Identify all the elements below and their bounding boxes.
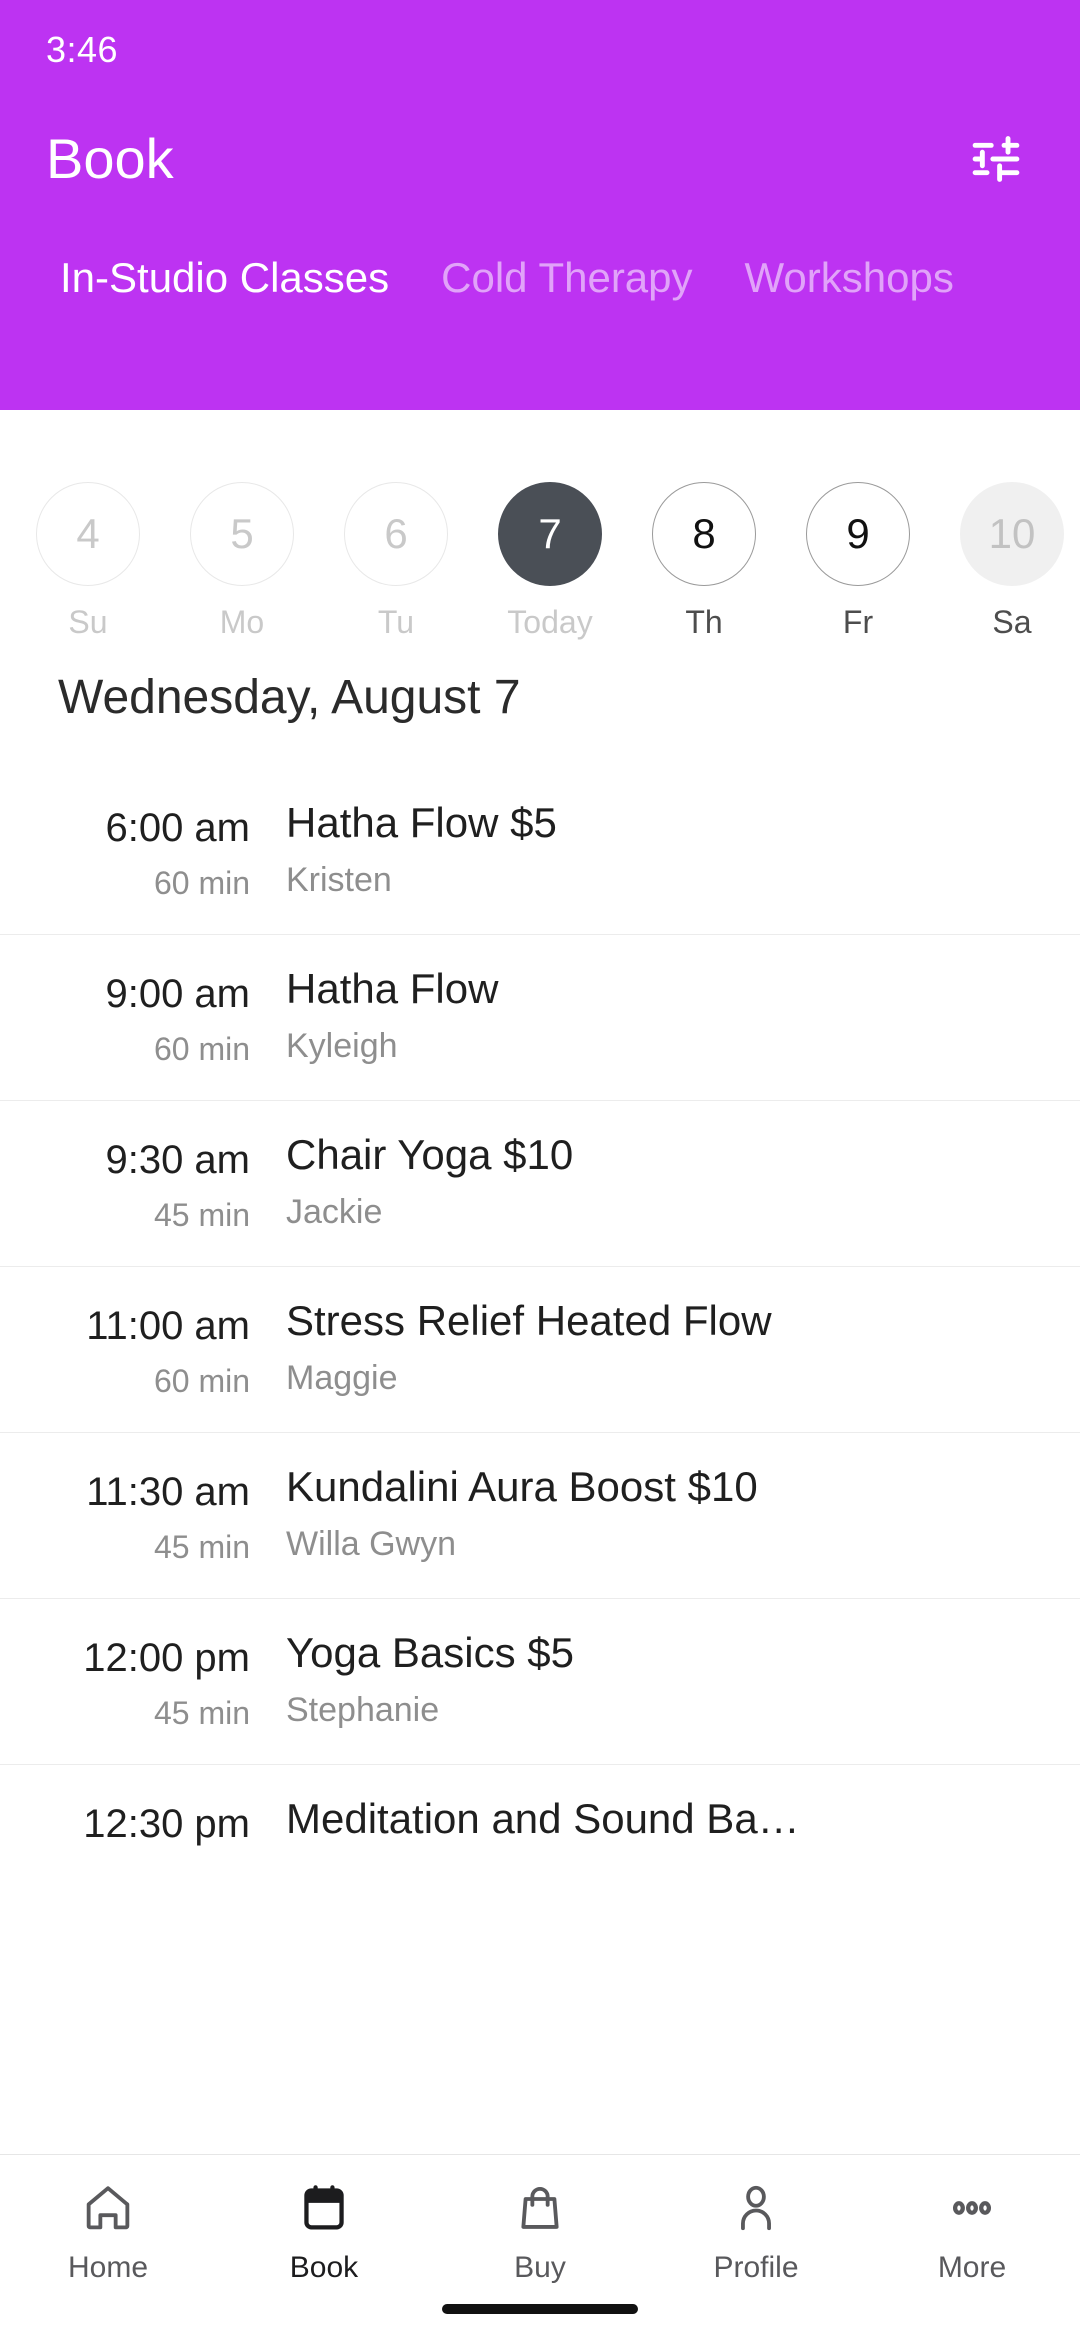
- date-day-label: Th: [685, 604, 723, 640]
- class-duration: 60 min: [153, 1031, 250, 1067]
- class-info-column: Chair Yoga $10 Jackie: [280, 1131, 1080, 1231]
- person-icon: [729, 2177, 783, 2239]
- category-tabs: In-Studio Classes Cold Therapy Workshops: [0, 252, 1080, 305]
- class-list-item[interactable]: 12:30 pm Meditation and Sound Ba…: [0, 1764, 1080, 1898]
- class-list-item[interactable]: 9:00 am 60 min Hatha Flow Kyleigh: [0, 934, 1080, 1100]
- class-duration: 45 min: [153, 1197, 250, 1233]
- ellipsis-icon: [945, 2177, 999, 2239]
- class-duration: 60 min: [153, 1363, 250, 1399]
- tab-cold-therapy[interactable]: Cold Therapy: [415, 252, 718, 305]
- class-name: Kundalini Aura Boost $10: [286, 1463, 758, 1510]
- nav-item-more[interactable]: More: [864, 2177, 1080, 2285]
- class-info-column: Hatha Flow Kyleigh: [280, 965, 1080, 1065]
- class-time-column: 9:00 am 60 min: [0, 965, 280, 1068]
- class-teacher: Maggie: [286, 1359, 398, 1398]
- date-circle: 4: [36, 482, 140, 586]
- class-name: Hatha Flow $5: [286, 799, 557, 846]
- class-start-time: 11:00 am: [86, 1304, 250, 1348]
- bag-icon: [513, 2177, 567, 2239]
- date-day-label: Tu: [377, 604, 415, 640]
- class-start-time: 9:30 am: [105, 1138, 250, 1182]
- page-title: Book: [46, 127, 174, 190]
- nav-label: Home: [67, 2251, 149, 2284]
- nav-item-home[interactable]: Home: [0, 2177, 216, 2285]
- class-name: Chair Yoga $10: [286, 1131, 574, 1178]
- date-circle: 5: [190, 482, 294, 586]
- tab-workshops[interactable]: Workshops: [719, 252, 980, 305]
- date-day-label: Sa: [992, 604, 1032, 640]
- home-indicator-bar: [442, 2304, 638, 2314]
- class-info-column: Stress Relief Heated Flow Maggie: [280, 1297, 1080, 1397]
- class-name: Stress Relief Heated Flow: [286, 1297, 772, 1344]
- class-time-column: 9:30 am 45 min: [0, 1131, 280, 1234]
- class-list-item[interactable]: 12:00 pm 45 min Yoga Basics $5 Stephanie: [0, 1598, 1080, 1764]
- class-teacher: Stephanie: [286, 1691, 440, 1730]
- class-time-column: 11:00 am 60 min: [0, 1297, 280, 1400]
- class-time-column: 12:30 pm: [0, 1795, 280, 1861]
- class-start-time: 12:00 pm: [83, 1636, 250, 1680]
- class-teacher: Willa Gwyn: [286, 1525, 457, 1564]
- class-duration: 60 min: [153, 865, 250, 901]
- class-start-time: 9:00 am: [105, 972, 250, 1016]
- date-day-label: Su: [68, 604, 108, 640]
- date-circle-selected: 7: [498, 482, 602, 586]
- date-circle: 9: [806, 482, 910, 586]
- class-time-column: 11:30 am 45 min: [0, 1463, 280, 1566]
- sliders-filter-icon[interactable]: [954, 117, 1038, 201]
- date-cell-8[interactable]: 8 Th: [652, 482, 756, 641]
- date-day-label: Today: [507, 604, 593, 640]
- class-info-column: Meditation and Sound Ba…: [280, 1795, 1080, 1858]
- date-circle: 8: [652, 482, 756, 586]
- class-info-column: Yoga Basics $5 Stephanie: [280, 1629, 1080, 1729]
- nav-label: Buy: [514, 2251, 566, 2284]
- nav-label: Profile: [713, 2251, 799, 2284]
- class-duration: 45 min: [153, 1695, 250, 1731]
- nav-item-buy[interactable]: Buy: [432, 2177, 648, 2285]
- tab-in-studio-classes[interactable]: In-Studio Classes: [34, 252, 415, 305]
- status-bar: 3:46: [0, 0, 1080, 100]
- app-screen: 3:46 Book In-Studio Classes Cold Therapy…: [0, 0, 1080, 2340]
- date-cell-5[interactable]: 5 Mo: [190, 482, 294, 641]
- class-teacher: Kyleigh: [286, 1027, 398, 1066]
- date-cell-10[interactable]: 10 Sa: [960, 482, 1064, 641]
- selected-date-heading: Wednesday, August 7: [58, 671, 521, 724]
- class-info-column: Kundalini Aura Boost $10 Willa Gwyn: [280, 1463, 1080, 1563]
- class-teacher: Kristen: [286, 861, 392, 900]
- class-name: Hatha Flow: [286, 965, 499, 1012]
- date-cell-6[interactable]: 6 Tu: [344, 482, 448, 641]
- class-start-time: 6:00 am: [105, 806, 250, 850]
- class-teacher: Jackie: [286, 1193, 383, 1232]
- class-list-item[interactable]: 11:00 am 60 min Stress Relief Heated Flo…: [0, 1266, 1080, 1432]
- date-circle: 10: [960, 482, 1064, 586]
- home-icon: [81, 2177, 135, 2239]
- class-schedule-list[interactable]: 6:00 am 60 min Hatha Flow $5 Kristen 9:0…: [0, 769, 1080, 2154]
- date-cell-4[interactable]: 4 Su: [36, 482, 140, 641]
- class-time-column: 12:00 pm 45 min: [0, 1629, 280, 1732]
- nav-label: More: [937, 2251, 1007, 2284]
- date-circle: 6: [344, 482, 448, 586]
- nav-item-profile[interactable]: Profile: [648, 2177, 864, 2285]
- calendar-icon: [297, 2177, 351, 2239]
- app-bar: Book: [0, 100, 1080, 218]
- class-info-column: Hatha Flow $5 Kristen: [280, 799, 1080, 899]
- class-list-item[interactable]: 9:30 am 45 min Chair Yoga $10 Jackie: [0, 1100, 1080, 1266]
- date-cell-9[interactable]: 9 Fr: [806, 482, 910, 641]
- class-time-column: 6:00 am 60 min: [0, 799, 280, 902]
- class-list-item[interactable]: 6:00 am 60 min Hatha Flow $5 Kristen: [0, 769, 1080, 934]
- app-header: 3:46 Book In-Studio Classes Cold Therapy…: [0, 0, 1080, 410]
- nav-label: Book: [289, 2251, 359, 2284]
- class-name: Yoga Basics $5: [286, 1629, 574, 1676]
- status-bar-clock: 3:46: [46, 29, 119, 70]
- class-start-time: 12:30 pm: [83, 1802, 250, 1846]
- class-duration: 45 min: [153, 1529, 250, 1565]
- class-list-item[interactable]: 11:30 am 45 min Kundalini Aura Boost $10…: [0, 1432, 1080, 1598]
- date-cell-7-today[interactable]: 7 Today: [498, 482, 602, 641]
- nav-item-book[interactable]: Book: [216, 2177, 432, 2285]
- class-start-time: 11:30 am: [86, 1470, 250, 1514]
- class-name: Meditation and Sound Ba…: [286, 1795, 800, 1842]
- date-day-label: Fr: [842, 604, 874, 640]
- date-selector-strip[interactable]: 4 Su 5 Mo 6 Tu 7 Today 8 Th 9 Fr 10 Sa: [0, 410, 1080, 641]
- date-day-label: Mo: [219, 604, 265, 640]
